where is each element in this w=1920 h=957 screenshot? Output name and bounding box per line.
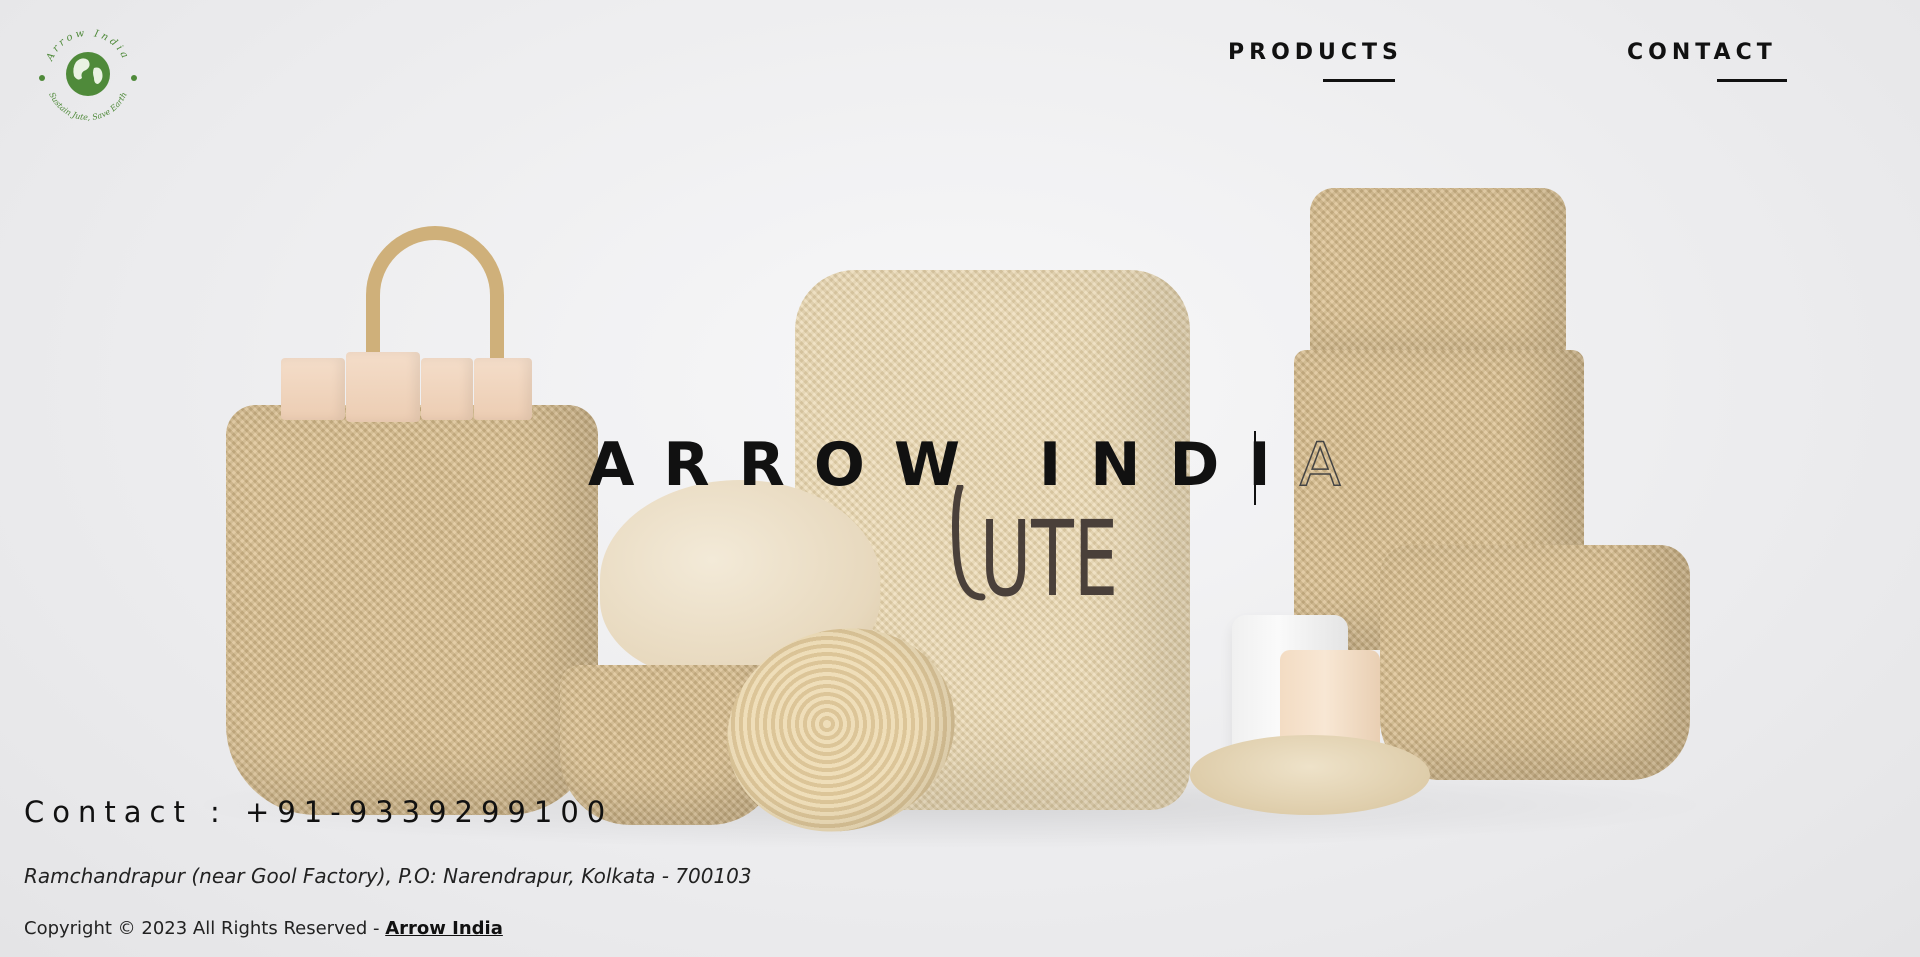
phone-link[interactable]: +91-9339299100: [245, 795, 613, 829]
jute-skein: [1190, 735, 1430, 815]
footer-copyright: Copyright © 2023 All Rights Reserved - A…: [24, 918, 503, 939]
nav-products-link[interactable]: PRODUCTS: [1228, 40, 1403, 65]
nav-products-underline: [1323, 79, 1395, 82]
hero-title-last-letter: A: [1299, 429, 1342, 501]
candle: [281, 358, 345, 420]
candle: [421, 358, 473, 420]
hero-title-main: ARROW INDI: [588, 430, 1300, 500]
contact-separator: :: [210, 795, 228, 829]
jute-logo-text: UTE: [980, 498, 1118, 605]
globe-logo-icon: Arrow India Sustain Jute, Save Earth: [39, 28, 137, 122]
hero-title: ARROW INDIA: [588, 429, 1341, 501]
copyright-brand-link[interactable]: Arrow India: [385, 918, 503, 939]
nav-contact-link[interactable]: CONTACT: [1627, 40, 1777, 65]
footer-contact: Contact : +91-9339299100: [24, 795, 613, 829]
jute-basket-left: [226, 405, 598, 815]
candle: [474, 358, 532, 420]
footer-address: Ramchandrapur (near Gool Factory), P.O: …: [24, 864, 752, 888]
jute-basket-stack-top: [1310, 188, 1566, 358]
candle: [346, 352, 420, 422]
copyright-text: Copyright © 2023 All Rights Reserved -: [24, 918, 386, 939]
contact-label: Contact: [24, 795, 193, 829]
jute-basket-stack-bottom: [1380, 545, 1690, 780]
jute-logo: UTE: [952, 485, 1118, 605]
typing-cursor: [1254, 431, 1256, 505]
brand-logo[interactable]: Arrow India Sustain Jute, Save Earth: [36, 22, 140, 126]
nav-contact-underline: [1717, 79, 1787, 82]
